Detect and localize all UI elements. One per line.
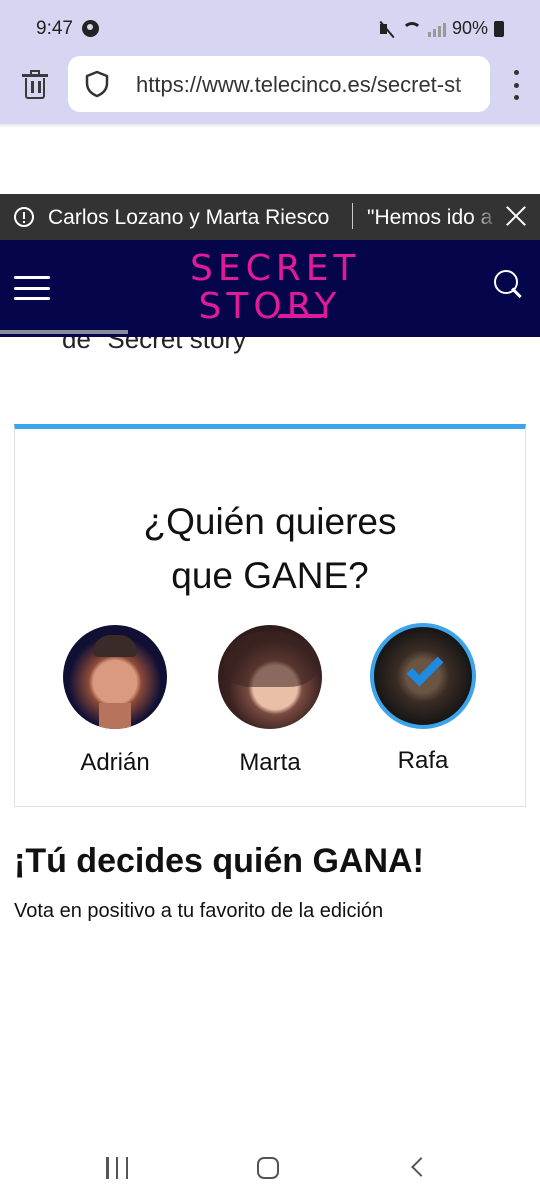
trash-icon[interactable] [22, 70, 48, 100]
mute-icon [378, 20, 396, 38]
decide-title: ¡Tú decides quién GANA! [14, 842, 424, 880]
url-text[interactable]: https://www.telecinco.es/secret-st [136, 72, 461, 98]
news-item[interactable]: Carlos Lozano y Marta Riesco [48, 206, 329, 230]
vote-title: ¿Quién quieres que GANE? [15, 495, 525, 603]
avatar[interactable] [218, 625, 322, 729]
status-time: 9:47 [36, 18, 73, 39]
check-icon [406, 649, 444, 687]
news-separator [352, 203, 353, 229]
vote-title-line-1: ¿Quién quieres [143, 501, 397, 542]
avatar[interactable] [63, 625, 167, 729]
decide-subtitle: Vota en positivo a tu favorito de la edi… [14, 900, 384, 922]
info-icon [14, 207, 34, 227]
vote-card: ¿Quién quieres que GANE? Adrián Marta Ra… [14, 424, 526, 807]
news-fade [470, 194, 500, 240]
candidate-name[interactable]: Rafa [348, 747, 498, 775]
reading-progress-bar [0, 330, 128, 334]
candidate-name[interactable]: Marta [195, 749, 345, 777]
recents-icon[interactable] [106, 1157, 128, 1179]
sync-icon [82, 20, 99, 37]
logo-line-2: STORY [198, 286, 342, 327]
site-header: SECRET STORY [0, 240, 540, 337]
system-nav-bar [0, 1140, 540, 1200]
shield-icon[interactable] [84, 70, 110, 98]
avatar-selected[interactable] [370, 623, 476, 729]
candidate-name[interactable]: Adrián [40, 749, 190, 777]
more-menu-icon[interactable] [514, 70, 520, 100]
address-bar[interactable]: https://www.telecinco.es/secret-st [68, 56, 490, 112]
candidate-list: Adrián Marta Rafa [15, 621, 525, 781]
signal-icon [427, 21, 446, 37]
browser-toolbar: https://www.telecinco.es/secret-st [0, 56, 540, 124]
hamburger-menu-icon[interactable] [14, 276, 50, 300]
news-ticker[interactable]: Carlos Lozano y Marta Riesco "Hemos ido … [0, 194, 540, 240]
battery-icon [494, 20, 504, 37]
toolbar-shadow [0, 124, 540, 128]
wifi-icon [401, 21, 422, 36]
vote-title-line-2: que GANE? [171, 555, 369, 596]
back-icon[interactable] [411, 1157, 431, 1177]
status-bar: 9:47 90% [0, 0, 540, 56]
logo-swoosh [276, 314, 326, 318]
home-icon[interactable] [257, 1157, 279, 1179]
status-icons: 90% [378, 18, 504, 39]
secret-story-logo[interactable]: SECRET STORY [190, 248, 361, 327]
candidate-rafa[interactable]: Rafa [348, 621, 498, 781]
url-fade [454, 56, 490, 112]
search-icon[interactable] [494, 270, 524, 302]
logo-line-1: SECRET [190, 248, 361, 289]
battery-percent: 90% [451, 18, 488, 38]
candidate-adrian[interactable]: Adrián [40, 621, 190, 781]
close-icon[interactable] [503, 203, 529, 229]
candidate-marta[interactable]: Marta [195, 621, 345, 781]
